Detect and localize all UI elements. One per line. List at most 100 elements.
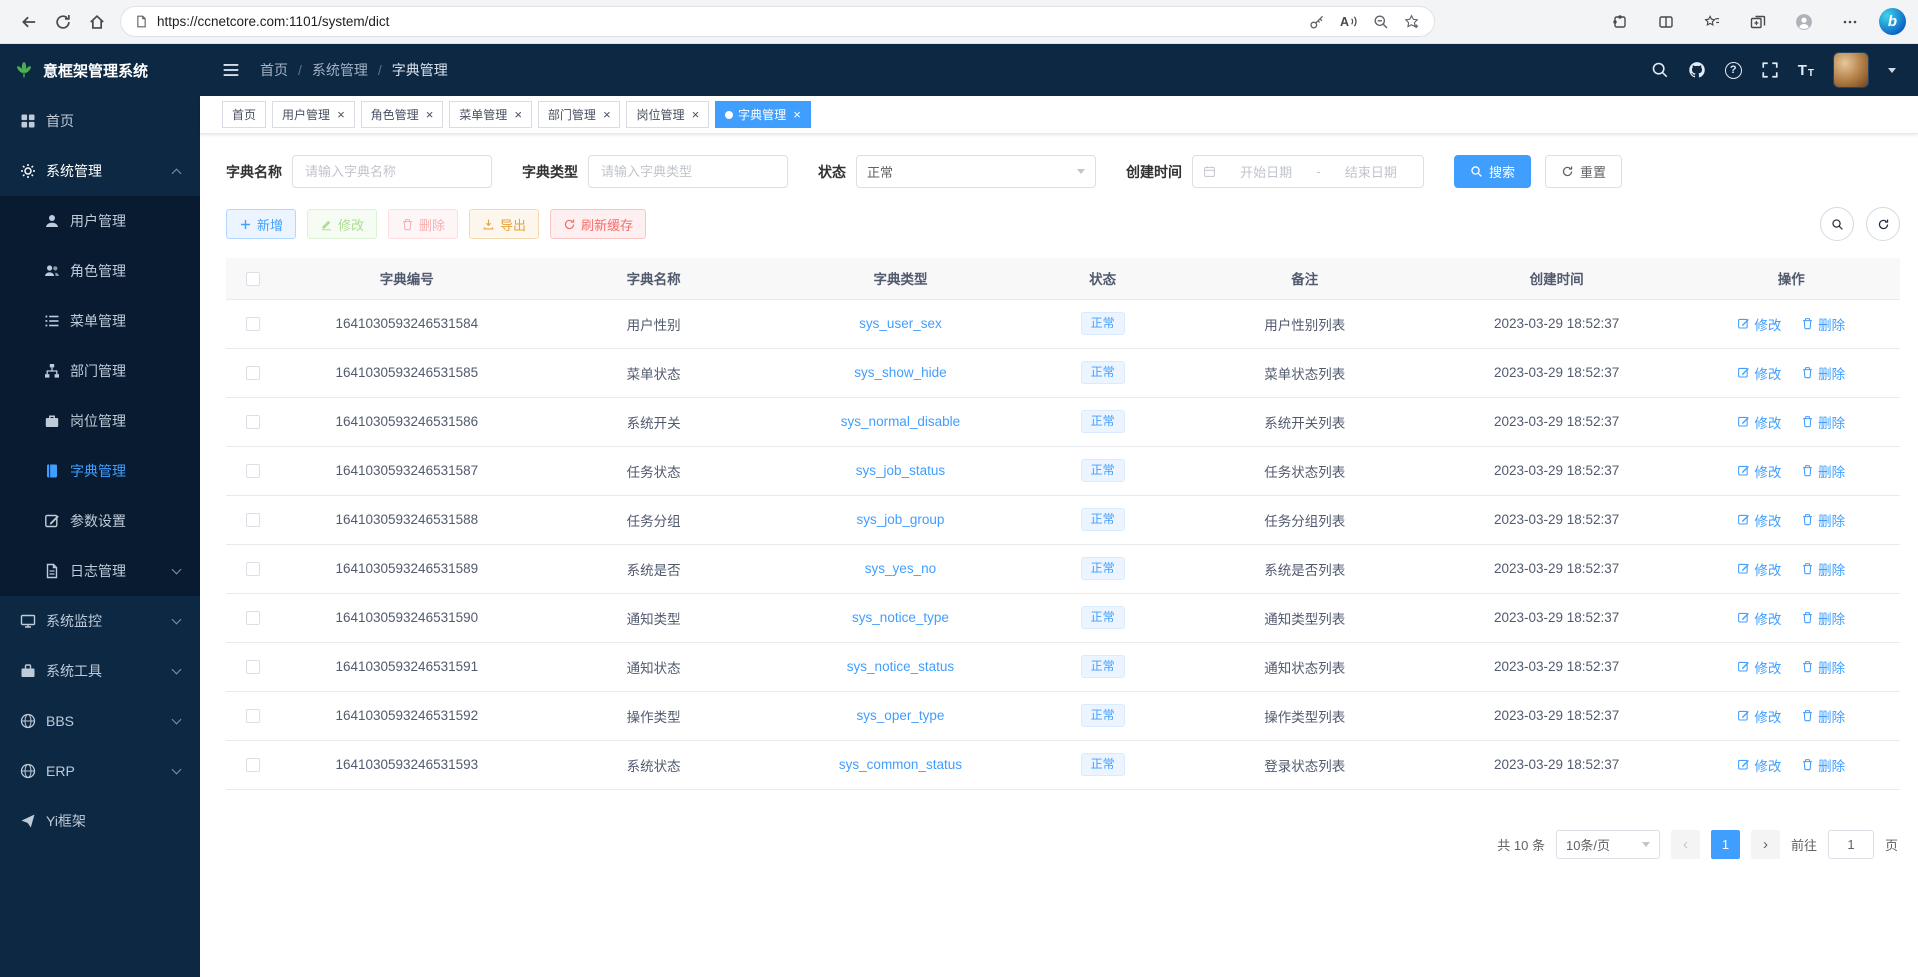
dict-type-link[interactable]: sys_job_group (857, 512, 945, 527)
add-button[interactable]: 新增 (226, 209, 296, 239)
edit-button[interactable]: 修改 (307, 209, 377, 239)
delete-link[interactable]: 删除 (1801, 755, 1845, 775)
tab[interactable]: 部门管理 × (538, 101, 621, 128)
tab-close-icon[interactable]: × (603, 108, 611, 121)
sidebar-subitem[interactable]: 用户管理 (0, 196, 200, 246)
browser-profile-icon[interactable] (1787, 6, 1821, 38)
tab[interactable]: 用户管理 × (272, 101, 355, 128)
sidebar-subitem[interactable]: 日志管理 (0, 546, 200, 596)
header-search-icon[interactable] (1651, 61, 1669, 79)
row-checkbox[interactable] (246, 660, 260, 674)
dict-type-link[interactable]: sys_user_sex (859, 316, 942, 331)
delete-link[interactable]: 删除 (1801, 314, 1845, 334)
row-checkbox[interactable] (246, 415, 260, 429)
dict-type-link[interactable]: sys_oper_type (857, 708, 945, 723)
delete-link[interactable]: 删除 (1801, 363, 1845, 383)
row-checkbox[interactable] (246, 611, 260, 625)
address-bar[interactable]: https://ccnetcore.com:1101/system/dict A (120, 6, 1435, 37)
browser-home-button[interactable] (80, 6, 114, 38)
tab[interactable]: 字典管理 × (715, 101, 811, 128)
edit-link[interactable]: 修改 (1737, 461, 1781, 481)
dict-type-link[interactable]: sys_common_status (839, 757, 962, 772)
sidebar-group-item[interactable]: ERP (0, 746, 200, 796)
edit-link[interactable]: 修改 (1737, 608, 1781, 628)
delete-link[interactable]: 删除 (1801, 412, 1845, 432)
edit-link[interactable]: 修改 (1737, 559, 1781, 579)
delete-link[interactable]: 删除 (1801, 608, 1845, 628)
dict-type-link[interactable]: sys_notice_type (852, 610, 949, 625)
edit-link[interactable]: 修改 (1737, 314, 1781, 334)
page-number[interactable]: 1 (1711, 830, 1740, 859)
dict-type-input[interactable] (588, 155, 788, 188)
delete-link[interactable]: 删除 (1801, 657, 1845, 677)
font-size-icon[interactable]: TT (1798, 62, 1814, 79)
end-date-placeholder[interactable]: 结束日期 (1329, 162, 1413, 181)
chevron-down-icon[interactable] (1888, 68, 1896, 73)
row-checkbox[interactable] (246, 513, 260, 527)
breadcrumb-item[interactable]: 字典管理 (368, 60, 448, 80)
breadcrumb-item[interactable]: 系统管理 (288, 60, 368, 80)
sidebar-item-yiframework[interactable]: Yi框架 (0, 796, 200, 846)
date-range-picker[interactable]: 开始日期 - 结束日期 (1192, 155, 1424, 188)
dict-type-link[interactable]: sys_job_status (856, 463, 945, 478)
select-all-checkbox[interactable] (246, 272, 260, 286)
edit-link[interactable]: 修改 (1737, 510, 1781, 530)
favorites-bar-icon[interactable] (1695, 6, 1729, 38)
breadcrumb-item[interactable]: 首页 (260, 60, 288, 80)
sidebar-subitem[interactable]: 岗位管理 (0, 396, 200, 446)
favorite-star-icon[interactable] (1404, 14, 1420, 30)
github-icon[interactable] (1688, 61, 1706, 79)
split-screen-icon[interactable] (1649, 6, 1683, 38)
edit-link[interactable]: 修改 (1737, 412, 1781, 432)
sidebar-subitem[interactable]: 参数设置 (0, 496, 200, 546)
extensions-icon[interactable] (1603, 6, 1637, 38)
sidebar-item-system[interactable]: 系统管理 (0, 146, 200, 196)
delete-link[interactable]: 删除 (1801, 510, 1845, 530)
dict-type-link[interactable]: sys_yes_no (865, 561, 936, 576)
menu-toggle-button[interactable] (222, 61, 240, 79)
refresh-cache-button[interactable]: 刷新缓存 (550, 209, 646, 239)
tab[interactable]: 角色管理 × (361, 101, 444, 128)
tab-close-icon[interactable]: × (691, 108, 699, 121)
edit-link[interactable]: 修改 (1737, 363, 1781, 383)
goto-page-input[interactable] (1828, 830, 1874, 859)
sidebar-group-item[interactable]: 系统监控 (0, 596, 200, 646)
tab[interactable]: 菜单管理 × (449, 101, 532, 128)
dict-name-input[interactable] (292, 155, 492, 188)
fullscreen-icon[interactable] (1761, 61, 1779, 79)
user-avatar[interactable] (1833, 52, 1869, 88)
tab[interactable]: 岗位管理 × (626, 101, 709, 128)
sidebar-subitem[interactable]: 菜单管理 (0, 296, 200, 346)
password-key-icon[interactable] (1309, 14, 1325, 30)
row-checkbox[interactable] (246, 464, 260, 478)
url-text[interactable]: https://ccnetcore.com:1101/system/dict (157, 14, 1300, 29)
dict-type-link[interactable]: sys_normal_disable (841, 414, 960, 429)
browser-back-button[interactable] (12, 6, 46, 38)
sidebar-subitem[interactable]: 字典管理 (0, 446, 200, 496)
prev-page-button[interactable]: ‹ (1671, 830, 1700, 859)
delete-button[interactable]: 删除 (388, 209, 458, 239)
bing-icon[interactable]: b (1879, 8, 1906, 35)
row-checkbox[interactable] (246, 758, 260, 772)
tab[interactable]: 首页 × (222, 101, 266, 128)
delete-link[interactable]: 删除 (1801, 461, 1845, 481)
tab-close-icon[interactable]: × (514, 108, 522, 121)
collections-icon[interactable] (1741, 6, 1775, 38)
row-checkbox[interactable] (246, 562, 260, 576)
row-checkbox[interactable] (246, 317, 260, 331)
edit-link[interactable]: 修改 (1737, 706, 1781, 726)
edit-link[interactable]: 修改 (1737, 755, 1781, 775)
sidebar-item-home[interactable]: 首页 (0, 96, 200, 146)
dict-type-link[interactable]: sys_notice_status (847, 659, 954, 674)
reset-button[interactable]: 重置 (1545, 155, 1622, 188)
sidebar-group-item[interactable]: 系统工具 (0, 646, 200, 696)
dict-type-link[interactable]: sys_show_hide (854, 365, 946, 380)
zoom-out-icon[interactable] (1373, 14, 1389, 30)
next-page-button[interactable]: › (1751, 830, 1780, 859)
row-checkbox[interactable] (246, 709, 260, 723)
browser-refresh-button[interactable] (46, 6, 80, 38)
delete-link[interactable]: 删除 (1801, 559, 1845, 579)
read-aloud-icon[interactable]: A (1340, 14, 1358, 29)
help-icon[interactable]: ? (1725, 62, 1742, 79)
table-refresh-button[interactable] (1866, 207, 1900, 241)
